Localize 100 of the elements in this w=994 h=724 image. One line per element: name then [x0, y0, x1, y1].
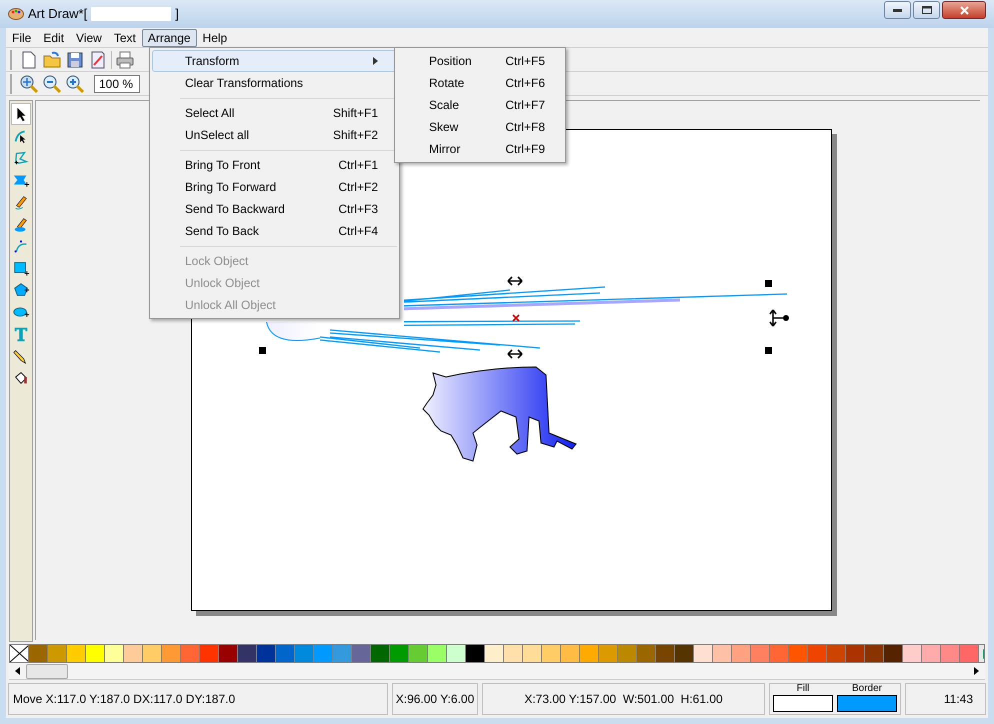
swatch-label: Fill: [796, 683, 810, 695]
menu-option[interactable]: Send To Backward Ctrl+F3: [152, 198, 397, 220]
menu-option[interactable]: Rotate Ctrl+F6: [397, 72, 563, 94]
swatch-label: Border: [852, 683, 882, 695]
color-swatch[interactable]: [504, 645, 523, 662]
color-swatch[interactable]: [200, 645, 219, 662]
color-swatch[interactable]: [561, 645, 580, 662]
color-swatch[interactable]: [808, 645, 827, 662]
color-swatch[interactable]: [789, 645, 808, 662]
menu-option[interactable]: Bring To Front Ctrl+F1: [152, 154, 397, 176]
color-swatch[interactable]: [29, 645, 48, 662]
scroll-thumb[interactable]: [26, 664, 68, 678]
color-swatch[interactable]: [485, 645, 504, 662]
rectangle-tool-icon: [12, 259, 30, 277]
menu-option[interactable]: Position Ctrl+F5: [397, 50, 563, 72]
minimize-button[interactable]: [884, 1, 911, 19]
color-swatch[interactable]: [922, 645, 941, 662]
color-swatch[interactable]: [523, 645, 542, 662]
resize-handle-icon[interactable]: [506, 349, 524, 359]
maximize-icon: [922, 6, 932, 14]
color-swatch[interactable]: [219, 645, 238, 662]
color-swatch[interactable]: [238, 645, 257, 662]
menu-option[interactable]: Select All Shift+F1: [152, 102, 397, 124]
menu-item[interactable]: Text: [108, 28, 142, 46]
menu-option[interactable]: Transform: [152, 50, 397, 72]
color-swatch[interactable]: [333, 645, 352, 662]
color-swatch[interactable]: [656, 645, 675, 662]
selection-handle[interactable]: [765, 280, 772, 287]
menu-item[interactable]: View: [70, 28, 108, 46]
fill-tool-icon: [12, 369, 30, 387]
color-swatch[interactable]: [903, 645, 922, 662]
color-swatch[interactable]: [770, 645, 789, 662]
maximize-button[interactable]: [913, 1, 940, 19]
zoom-in-icon[interactable]: [65, 74, 85, 94]
color-swatch[interactable]: [181, 645, 200, 662]
menu-item[interactable]: File: [6, 28, 38, 46]
color-swatch[interactable]: [846, 645, 865, 662]
menu-option[interactable]: Skew Ctrl+F8: [397, 116, 563, 138]
color-swatch[interactable]: [447, 645, 466, 662]
color-swatch[interactable]: [599, 645, 618, 662]
window-title-end: ]: [175, 5, 179, 24]
color-swatch[interactable]: [428, 645, 447, 662]
zoom-fit-icon[interactable]: [19, 74, 39, 94]
color-swatch[interactable]: [48, 645, 67, 662]
color-swatch[interactable]: [466, 645, 485, 662]
close-button[interactable]: [942, 1, 986, 19]
selection-handle[interactable]: [259, 347, 266, 354]
color-swatch[interactable]: [941, 645, 960, 662]
menu-item[interactable]: Edit: [37, 28, 70, 46]
color-swatch[interactable]: [751, 645, 770, 662]
color-swatch[interactable]: [675, 645, 694, 662]
selection-handle[interactable]: [765, 347, 772, 354]
color-swatch[interactable]: [542, 645, 561, 662]
color-swatch[interactable]: [124, 645, 143, 662]
color-swatch[interactable]: [865, 645, 884, 662]
printer-icon[interactable]: [115, 50, 135, 70]
tool-button[interactable]: [11, 103, 31, 125]
color-swatch[interactable]: [276, 645, 295, 662]
color-swatch[interactable]: [143, 645, 162, 662]
color-swatch[interactable]: [105, 645, 124, 662]
color-swatch[interactable]: [409, 645, 428, 662]
color-swatch[interactable]: [694, 645, 713, 662]
close-icon: [960, 6, 968, 14]
color-well[interactable]: [773, 695, 833, 712]
color-swatch[interactable]: [371, 645, 390, 662]
zoom-out-icon[interactable]: [42, 74, 62, 94]
zoom-field[interactable]: 100 %: [94, 74, 140, 92]
folder-icon[interactable]: [42, 50, 62, 70]
color-swatch[interactable]: [314, 645, 333, 662]
pentagon-tool-icon: [12, 281, 30, 299]
color-swatch[interactable]: [295, 645, 314, 662]
polyline-tool-icon: [12, 149, 30, 167]
color-swatch[interactable]: [713, 645, 732, 662]
menu-option[interactable]: UnSelect all Shift+F2: [152, 124, 397, 146]
color-swatch[interactable]: [352, 645, 371, 662]
color-well[interactable]: [837, 695, 897, 712]
window-title: Art Draw*[: [28, 5, 88, 24]
save-icon[interactable]: [65, 50, 85, 70]
menu-option[interactable]: Scale Ctrl+F7: [397, 94, 563, 116]
color-swatch[interactable]: [390, 645, 409, 662]
left-arrow-icon: [15, 667, 20, 675]
color-swatch[interactable]: [618, 645, 637, 662]
menu-option[interactable]: Mirror Ctrl+F9: [397, 138, 563, 160]
skew-handle-icon[interactable]: [768, 308, 790, 328]
color-swatch[interactable]: [960, 645, 979, 662]
menu-option[interactable]: Bring To Forward Ctrl+F2: [152, 176, 397, 198]
menu-option[interactable]: Clear Transformations: [152, 72, 397, 94]
resize-handle-icon[interactable]: [506, 276, 524, 286]
color-swatch[interactable]: [732, 645, 751, 662]
color-swatch[interactable]: [827, 645, 846, 662]
color-swatch[interactable]: [884, 645, 903, 662]
menu-option[interactable]: Send To Back Ctrl+F4: [152, 220, 397, 242]
color-swatch[interactable]: [86, 645, 105, 662]
menu-item[interactable]: Help: [196, 28, 234, 46]
color-swatch[interactable]: [580, 645, 599, 662]
color-swatch[interactable]: [257, 645, 276, 662]
color-swatch[interactable]: [67, 645, 86, 662]
menu-item[interactable]: Arrange: [142, 28, 197, 46]
color-swatch[interactable]: [637, 645, 656, 662]
color-swatch[interactable]: [162, 645, 181, 662]
